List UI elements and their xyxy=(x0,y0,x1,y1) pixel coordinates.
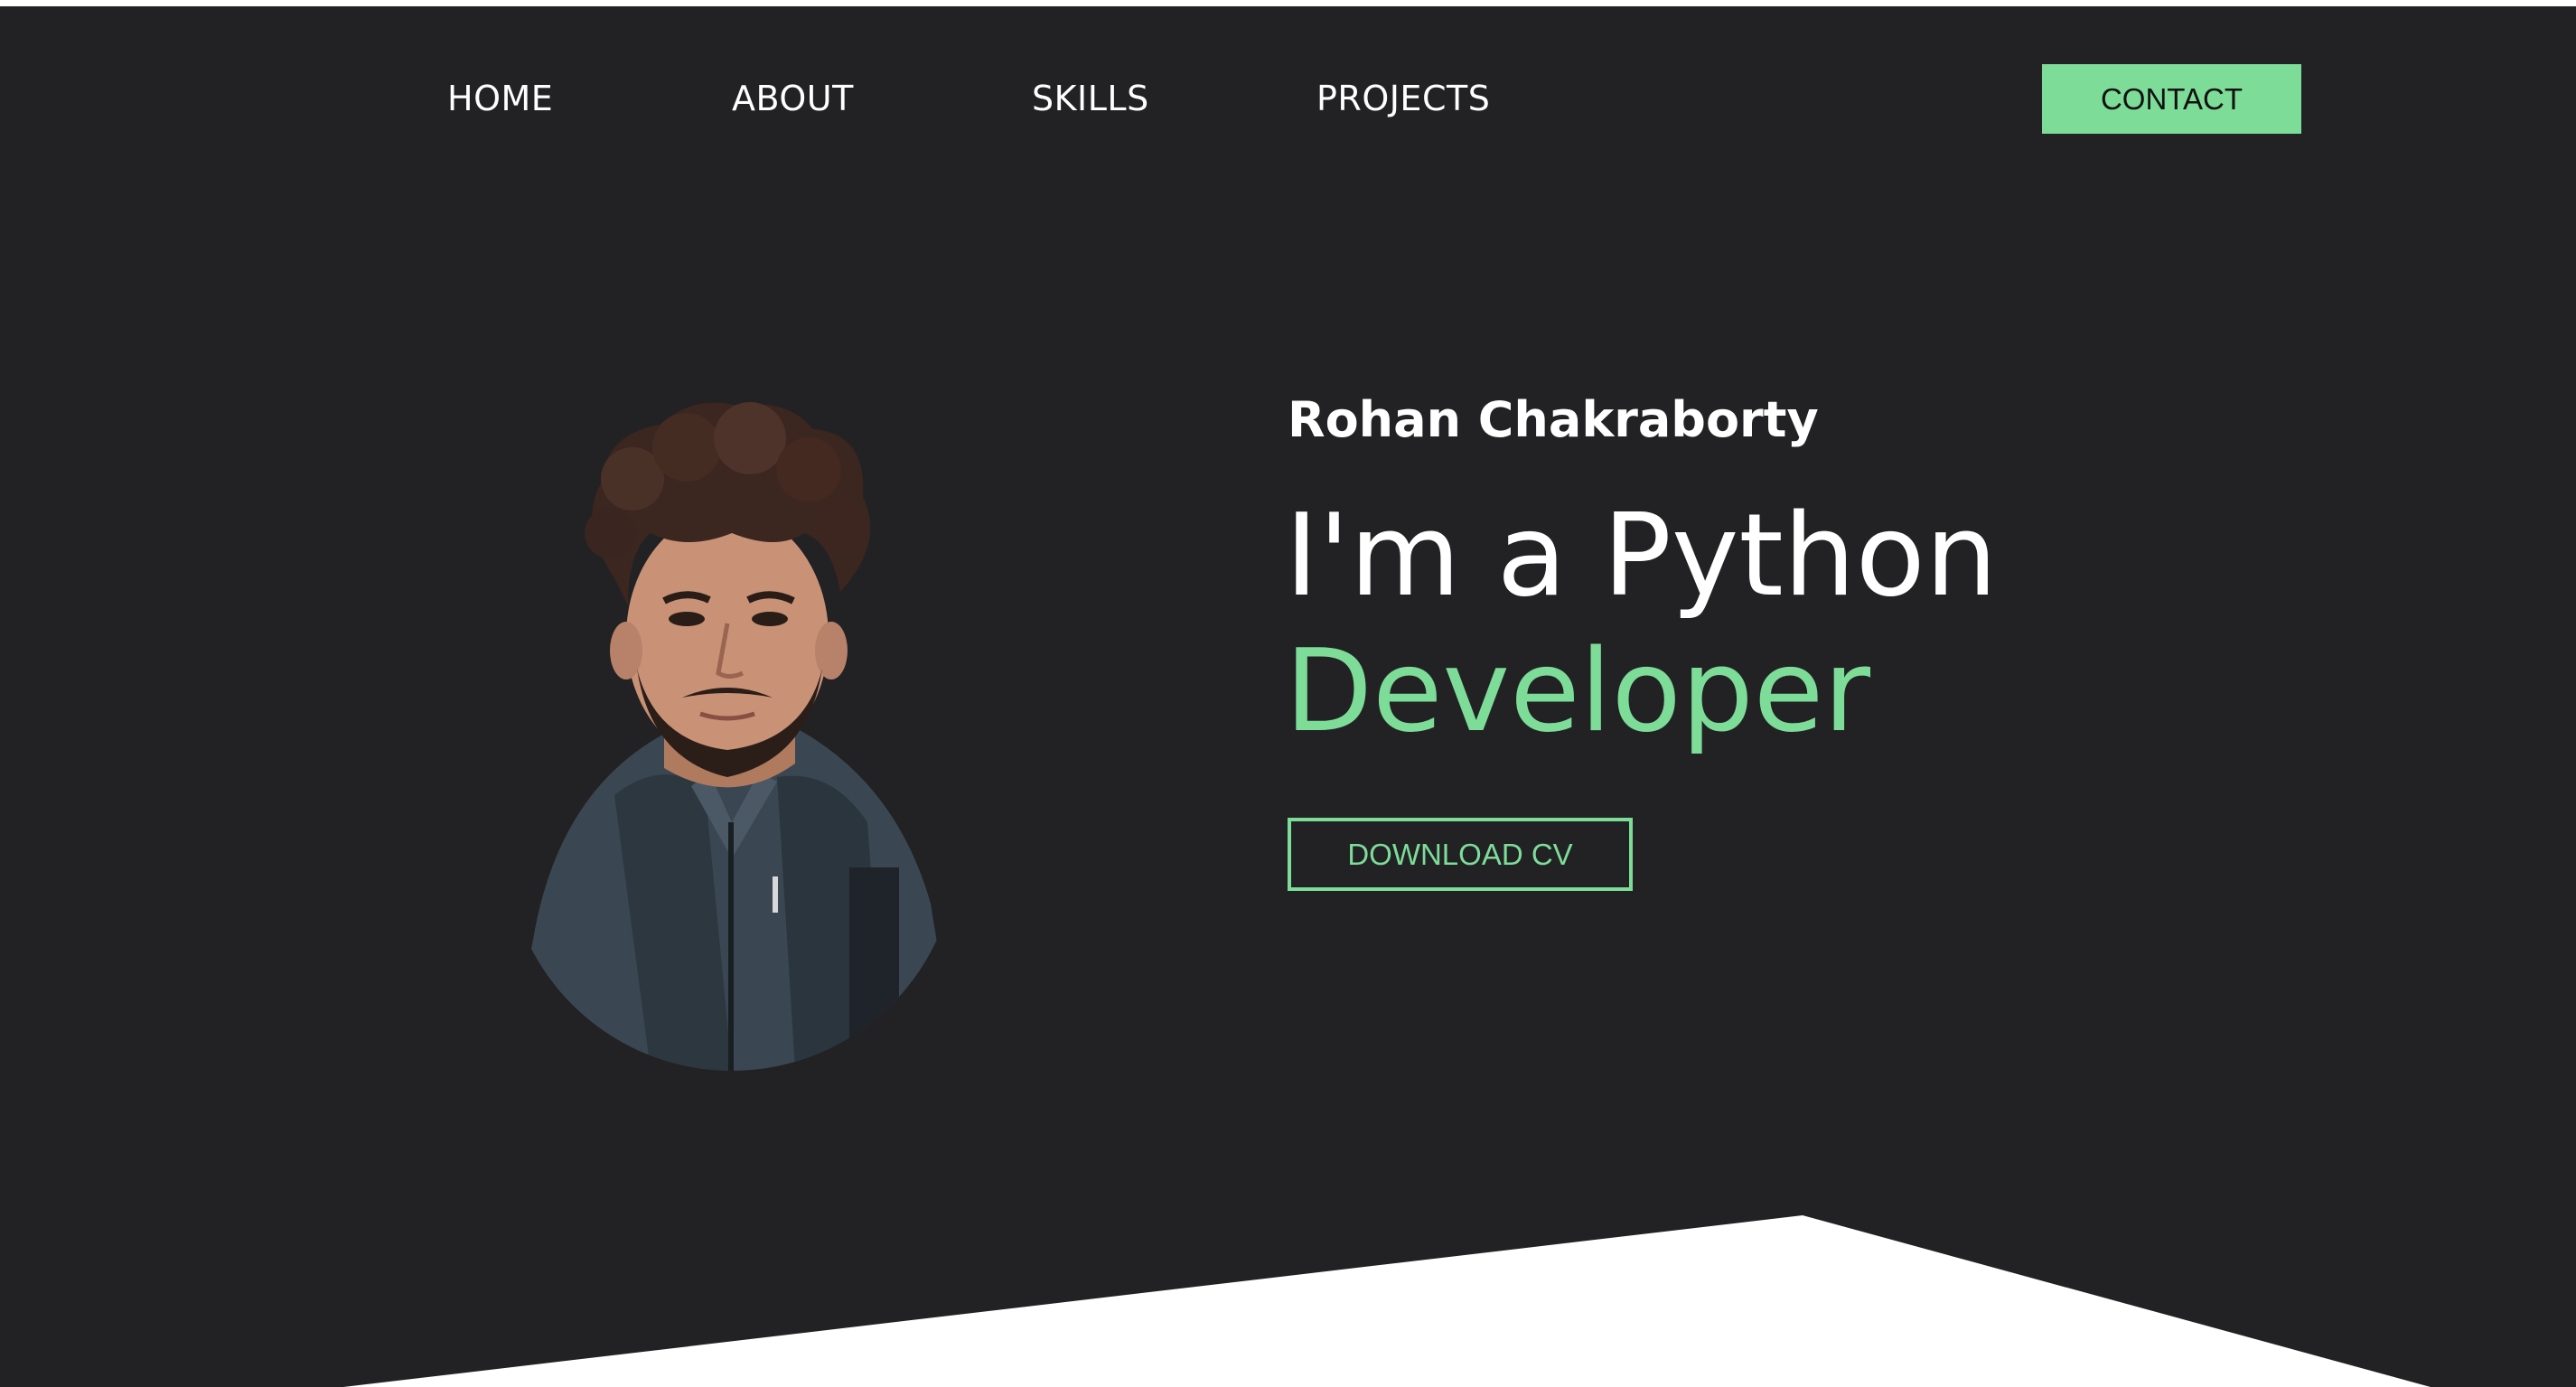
profile-photo xyxy=(506,402,958,1071)
nav-skills-link[interactable]: SKILLS xyxy=(1032,76,1149,121)
nav-about-link[interactable]: ABOUT xyxy=(732,76,854,121)
nav-projects-link[interactable]: PROJECTS xyxy=(1316,76,1490,121)
hero-headline: I'm a Python xyxy=(1285,489,1998,622)
portfolio-page: HOME ABOUT SKILLS PROJECTS CONTACT Rohan… xyxy=(0,0,2576,1387)
contact-button[interactable]: CONTACT xyxy=(2042,64,2301,134)
top-border xyxy=(0,0,2576,6)
hero-role: Developer xyxy=(1285,624,1871,757)
nav-home-link[interactable]: HOME xyxy=(447,76,553,121)
developer-name: Rohan Chakraborty xyxy=(1288,391,1819,448)
download-cv-button[interactable]: DOWNLOAD CV xyxy=(1288,818,1633,891)
